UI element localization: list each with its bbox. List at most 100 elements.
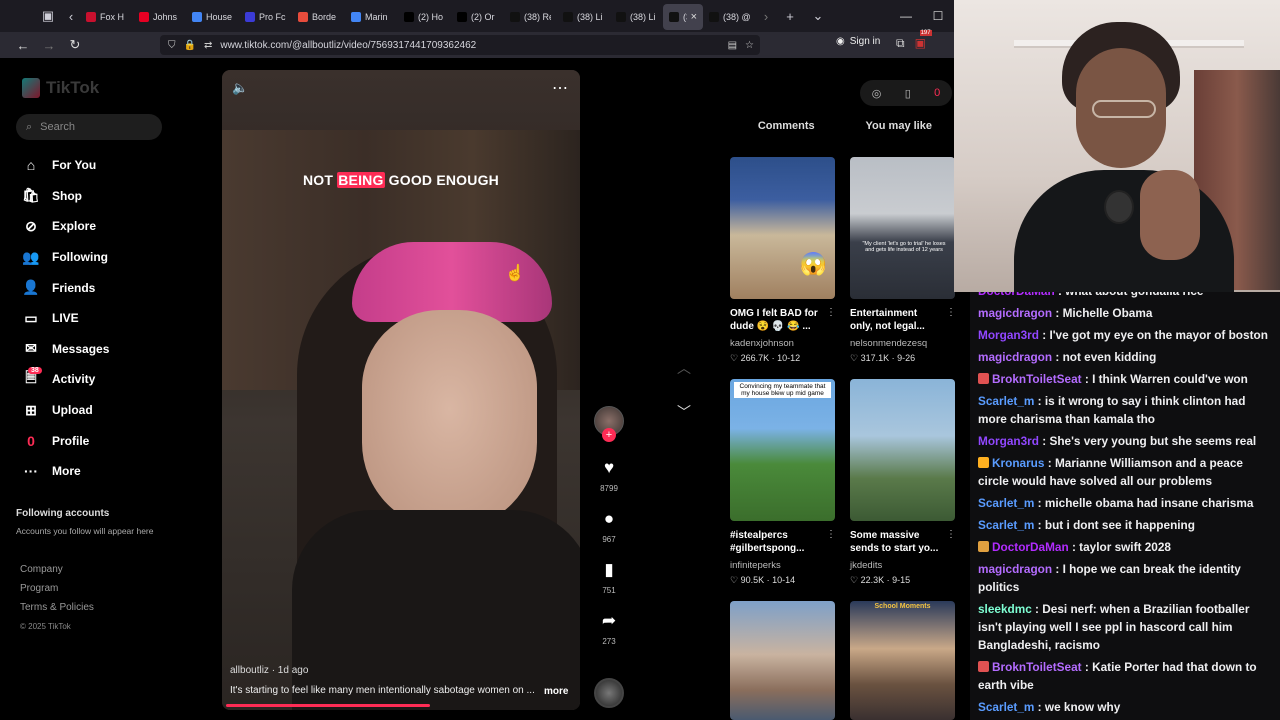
tab-comments[interactable]: Comments [730, 120, 843, 132]
browser-tab[interactable]: (38) Re [504, 4, 557, 30]
video-progress-bar[interactable] [226, 704, 431, 707]
maximize-icon[interactable]: ☐ [922, 9, 954, 23]
ublock-icon[interactable]: ▣ 197 [915, 30, 932, 51]
like-button[interactable]: ♥ 8799 [592, 458, 626, 493]
description-more-link[interactable]: more [544, 686, 568, 697]
tab-list-icon[interactable]: ⌄ [804, 0, 832, 32]
sidebar-item-profile[interactable]: 0 Profile [22, 425, 192, 456]
search-input[interactable]: ⌕ Search [16, 114, 162, 140]
tab-overview-icon[interactable]: ▣ [34, 0, 62, 32]
video-player[interactable]: 🔈 ⋯ NOT BEING GOOD ENOUGH allboutliz · 1… [222, 70, 580, 710]
sign-in-button[interactable]: ◉ Sign in [836, 36, 880, 47]
browser-tab[interactable]: (38) Li [610, 4, 663, 30]
sidebar-item-live[interactable]: ▭ LIVE [22, 303, 192, 334]
reader-icon[interactable]: ▤ [728, 40, 737, 51]
extensions-icon[interactable]: ⧉ [896, 36, 905, 51]
video-description: It's starting to feel like many men inte… [230, 685, 535, 696]
browser-tab[interactable]: (2) Or [451, 4, 504, 30]
rec-card[interactable]: School Moments [850, 601, 955, 720]
rec-more-icon[interactable]: ⋮ [946, 529, 956, 540]
rec-more-icon[interactable]: ⋮ [826, 529, 836, 540]
shield-icon[interactable]: ⛉ [168, 40, 176, 51]
sidebar-item-messages[interactable]: ✉ Messages [22, 334, 192, 365]
reload-icon[interactable]: ↻ [62, 37, 88, 53]
chat-username[interactable]: Kronarus [992, 456, 1044, 470]
chat-username[interactable]: BroknToiletSeat [992, 660, 1082, 674]
browser-tab[interactable]: (38) @ [703, 4, 756, 30]
tab-close-icon[interactable]: × [691, 11, 697, 23]
sidebar-item-activity[interactable]: 🗎 Activity 38 [22, 364, 192, 395]
forward-icon[interactable]: → [36, 38, 62, 53]
volume-icon[interactable]: 🔈 [232, 80, 248, 96]
rec-card[interactable] [730, 601, 835, 720]
chat-username[interactable]: Morgan3rd [978, 434, 1039, 448]
sidebar-item-shop[interactable]: 🛍 Shop [22, 181, 192, 212]
browser-tab[interactable]: Marin [345, 4, 398, 30]
footer-link-company[interactable]: Company [20, 560, 94, 579]
tab-scroll-right-icon[interactable]: › [756, 0, 776, 32]
chat-username[interactable]: Scarlet_m [978, 518, 1034, 532]
back-icon[interactable]: ← [10, 38, 36, 53]
previous-video-icon[interactable]: ︿ [677, 358, 691, 378]
tab-favicon-icon [404, 12, 414, 22]
rec-more-icon[interactable]: ⋮ [946, 307, 956, 318]
sidebar-item-for-you[interactable]: ⌂ For You [22, 150, 192, 181]
browser-tab[interactable]: House [186, 4, 239, 30]
following-icon: 👥 [22, 248, 40, 265]
video-author[interactable]: allboutliz · 1d ago [230, 665, 308, 676]
rec-card[interactable]: Some massive sends to start yo... jkdedi… [850, 379, 956, 586]
chat-username[interactable]: magicdragon [978, 350, 1052, 364]
chat-username[interactable]: DoctorDaMan [992, 540, 1069, 554]
sidebar-item-following[interactable]: 👥 Following [22, 242, 192, 273]
browser-tab[interactable]: (38 × [663, 4, 703, 30]
rec-more-icon[interactable]: ⋮ [826, 307, 836, 318]
chat-username[interactable]: Morgan3rd [978, 328, 1039, 342]
save-button[interactable]: ▮ 751 [592, 560, 626, 595]
inbox-icon[interactable]: 0 [934, 87, 940, 99]
rec-thumbnail: 😱 [730, 157, 835, 299]
video-more-icon[interactable]: ⋯ [552, 78, 568, 98]
tab-scroll-left-icon[interactable]: ‹ [62, 0, 80, 32]
permissions-icon[interactable]: ⇄ [204, 40, 212, 51]
tab-favicon-icon [457, 12, 467, 22]
comment-button[interactable]: ● 967 [592, 509, 626, 544]
rec-card[interactable]: Convincing my teammate that my house ble… [730, 379, 836, 586]
tab-you-may-like[interactable]: You may like [843, 120, 956, 132]
chat-separator: : [1068, 540, 1080, 554]
sidebar-item-friends[interactable]: 👤 Friends [22, 272, 192, 303]
rec-date: 9-15 [892, 575, 911, 585]
chat-username[interactable]: DoctorDaMan [978, 292, 1055, 298]
chat-username[interactable]: Scarlet_m [978, 496, 1034, 510]
browser-tab[interactable]: Pro Fc [239, 4, 292, 30]
browser-tab[interactable]: Borde [292, 4, 345, 30]
chat-username[interactable]: Scarlet_m [978, 700, 1034, 714]
chat-username[interactable]: Scarlet_m [978, 394, 1034, 408]
address-bar[interactable]: ⛉ 🔒 ⇄ www.tiktok.com/@allboutliz/video/7… [160, 35, 760, 55]
follow-plus-icon[interactable]: + [602, 428, 616, 442]
new-tab-icon[interactable]: + [776, 0, 804, 32]
rec-card[interactable]: "My client 'let's go to trial' he loses … [850, 157, 956, 364]
rec-card[interactable]: 😱 OMG I felt BAD for dude 😵 💀 😂 ... kade… [730, 157, 836, 364]
device-icon[interactable]: ▯ [905, 87, 911, 100]
chat-username[interactable]: sleekdmc [978, 602, 1032, 616]
browser-tab[interactable]: Johns [133, 4, 186, 30]
sidebar-item-upload[interactable]: ⊞ Upload [22, 395, 192, 426]
bookmark-star-icon[interactable]: ☆ [745, 40, 754, 51]
browser-tab[interactable]: Fox H [80, 4, 133, 30]
chat-username[interactable]: magicdragon [978, 562, 1052, 576]
footer-link-program[interactable]: Program [20, 579, 94, 598]
chat-username[interactable]: magicdragon [978, 306, 1052, 320]
share-button[interactable]: ➦ 273 [592, 611, 626, 646]
url-text[interactable]: www.tiktok.com/@allboutliz/video/7569317… [220, 40, 476, 51]
next-video-icon[interactable]: ﹀ [677, 402, 691, 422]
music-disc-icon[interactable] [594, 678, 624, 708]
sidebar-item-explore[interactable]: ⊘ Explore [22, 211, 192, 242]
chat-username[interactable]: BroknToiletSeat [992, 372, 1082, 386]
tiktok-logo[interactable]: TikTok [22, 78, 99, 98]
browser-tab[interactable]: (2) Ho [398, 4, 451, 30]
explore-mini-icon[interactable]: ◎ [872, 87, 882, 100]
sidebar-item-more[interactable]: ··· More [22, 456, 192, 487]
browser-tab[interactable]: (38) Li [557, 4, 610, 30]
footer-link-terms[interactable]: Terms & Policies [20, 598, 94, 617]
minimize-icon[interactable]: — [890, 9, 922, 23]
